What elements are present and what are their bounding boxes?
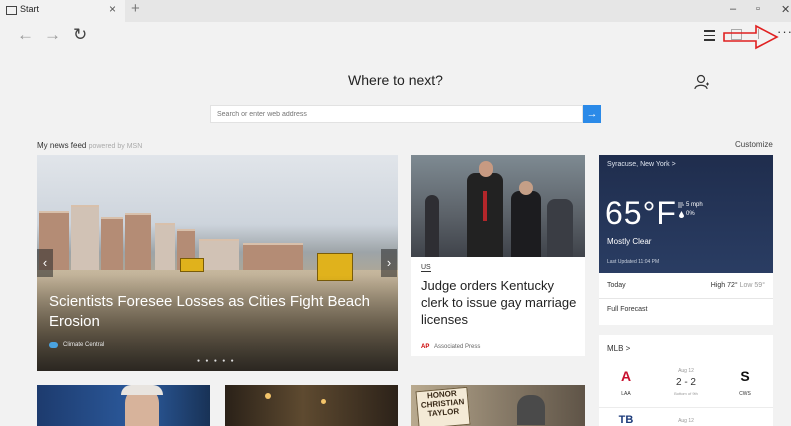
- building-image: [243, 243, 303, 273]
- wind-icon: [678, 202, 684, 208]
- light-image: [265, 393, 271, 399]
- forecast-low: Low 59°: [739, 282, 765, 289]
- ap-logo-icon: AP: [421, 344, 430, 350]
- building-image: [125, 213, 151, 273]
- protest-sign-image: HONOR CHRISTIAN TAYLOR: [415, 386, 471, 426]
- game-date: Aug 12: [678, 368, 694, 374]
- person-figure: [547, 199, 573, 257]
- main-story-source: Climate Central: [63, 342, 105, 348]
- divider: [599, 298, 773, 299]
- customize-link[interactable]: Customize: [735, 140, 773, 149]
- weather-temperature: 65°F: [605, 195, 677, 231]
- hub-icon[interactable]: [704, 30, 715, 44]
- refresh-button[interactable]: ↻: [73, 25, 87, 45]
- person-figure: [517, 395, 545, 425]
- weather-wind: 5 mph: [686, 202, 703, 208]
- annotation-arrow-icon: [723, 24, 779, 50]
- full-forecast-link[interactable]: Full Forecast: [607, 306, 647, 313]
- nav-bar: ← → ↻ ···: [0, 22, 791, 50]
- weather-card[interactable]: Syracuse, New York > 65°F 5 mph 0% Mostl…: [599, 155, 773, 273]
- building-image: [155, 223, 175, 273]
- mlb-title[interactable]: MLB >: [607, 344, 630, 353]
- person-figure: [511, 191, 541, 257]
- back-button[interactable]: ←: [17, 25, 34, 45]
- carousel-dots[interactable]: ● ● ● ● ●: [197, 358, 236, 364]
- raindrop-icon: [679, 211, 684, 218]
- main-story-card[interactable]: ‹ › Scientists Foresee Losses as Cities …: [37, 155, 398, 371]
- feed-label: My news feed: [37, 141, 87, 150]
- face-image: [479, 161, 493, 177]
- person-figure: [425, 195, 439, 257]
- angels-logo-icon: A: [620, 368, 632, 384]
- mlb-card[interactable]: MLB > A LAA Aug 12 2 - 2 Bottom of 9th S…: [599, 335, 773, 426]
- minimize-button[interactable]: –: [730, 3, 736, 15]
- away-team-abbr: CWS: [739, 391, 751, 397]
- story-source: Associated Press: [434, 344, 481, 350]
- forecast-high-low: High 72° Low 59°: [711, 282, 765, 289]
- game-status: Bottom of 9th: [674, 391, 698, 396]
- divider: [599, 407, 773, 408]
- page-title: Where to next?: [348, 72, 443, 88]
- feed-powered-by: powered by MSN: [88, 143, 143, 150]
- rays-logo-icon: TB: [618, 414, 634, 426]
- forward-button[interactable]: →: [44, 25, 61, 45]
- bulldozer-image: [180, 258, 204, 272]
- building-image: [101, 217, 123, 273]
- home-team-abbr: LAA: [621, 391, 631, 397]
- story-photo: [411, 155, 585, 257]
- main-story-headline[interactable]: Scientists Foresee Losses as Cities Figh…: [49, 292, 394, 332]
- climate-central-logo-icon: [49, 342, 58, 348]
- carousel-prev-button[interactable]: ‹: [37, 249, 53, 277]
- story-thumbnail[interactable]: [225, 385, 398, 426]
- user-icon[interactable]: [694, 74, 710, 90]
- story-category: US: [421, 264, 431, 272]
- forecast-high: High 72°: [710, 282, 738, 289]
- search-input[interactable]: [210, 105, 583, 123]
- light-image: [321, 399, 326, 404]
- weather-updated: Last Updated 11:04 PM: [607, 259, 660, 265]
- search-go-button[interactable]: →: [583, 105, 601, 123]
- weather-location[interactable]: Syracuse, New York >: [607, 161, 676, 168]
- hair-image: [121, 385, 163, 395]
- carousel-next-button[interactable]: ›: [381, 249, 397, 277]
- weather-precipitation: 0%: [686, 211, 695, 217]
- tab-close-button[interactable]: ×: [109, 2, 116, 16]
- story-thumbnail[interactable]: [37, 385, 210, 426]
- story-headline[interactable]: Judge orders Kentucky clerk to issue gay…: [421, 277, 581, 328]
- game-date: Aug 12: [678, 418, 694, 424]
- story-thumbnail[interactable]: HONOR CHRISTIAN TAYLOR: [411, 385, 585, 426]
- face-image: [519, 181, 533, 195]
- close-window-button[interactable]: ✕: [781, 3, 790, 16]
- new-tab-button[interactable]: +: [131, 0, 140, 17]
- tab-page-icon: [6, 6, 17, 15]
- weather-condition: Mostly Clear: [607, 237, 652, 246]
- tab-title: Start: [20, 4, 40, 14]
- building-image: [199, 239, 239, 273]
- forecast-today-label: Today: [607, 282, 626, 289]
- tab-start[interactable]: Start ×: [0, 0, 125, 22]
- building-image: [71, 205, 99, 273]
- forecast-box: Today High 72° Low 59° Full Forecast: [599, 273, 773, 325]
- tab-strip: Start × + – ▫ ✕: [0, 0, 791, 22]
- white-sox-logo-icon: S: [740, 368, 750, 384]
- story-card[interactable]: US Judge orders Kentucky clerk to issue …: [411, 155, 585, 356]
- tie-image: [483, 191, 487, 221]
- restore-button[interactable]: ▫: [756, 3, 760, 15]
- game-score[interactable]: 2 - 2: [657, 377, 715, 388]
- feed-header: My news feed powered by MSN: [37, 141, 142, 150]
